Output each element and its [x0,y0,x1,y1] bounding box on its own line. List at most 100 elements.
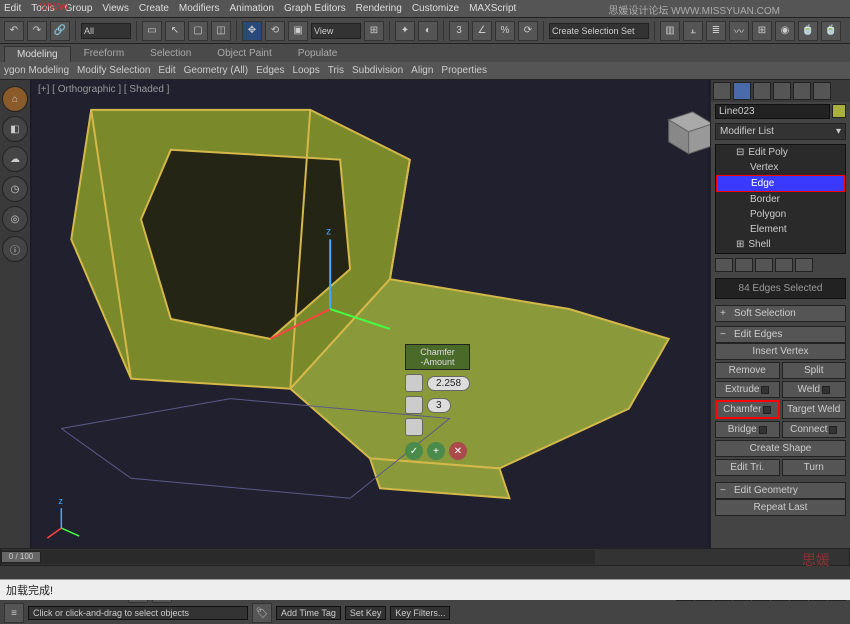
extrude-button[interactable]: Extrude [715,381,780,398]
stack-edge[interactable]: Edge [716,175,845,192]
pin-stack-icon[interactable] [715,258,733,272]
utilities-tab-icon[interactable] [813,82,831,100]
extrude-settings-icon[interactable] [761,386,769,394]
viewport[interactable]: [+] [ Orthographic ] [ Shaded ] [30,80,710,548]
stack-polygon[interactable]: Polygon [716,207,845,222]
make-unique-icon[interactable] [755,258,773,272]
rib-modifysel[interactable]: Modify Selection [77,65,150,76]
window-crossing-icon[interactable]: ◫ [211,21,231,41]
turn-button[interactable]: Turn [782,459,847,476]
align-icon[interactable]: ⫠ [683,21,703,41]
keyfilters-button[interactable]: Key Filters... [390,606,450,620]
tab-populate[interactable]: Populate [285,45,350,62]
script-listener-icon[interactable]: ≡ [4,603,24,623]
object-color-swatch[interactable] [832,104,846,118]
clock-icon[interactable]: ◷ [2,176,28,202]
rib-loops[interactable]: Loops [292,65,319,76]
display-tab-icon[interactable] [793,82,811,100]
menu-edit[interactable]: Edit [4,3,21,14]
rib-edges[interactable]: Edges [256,65,284,76]
menu-group[interactable]: Group [65,3,93,14]
object-name-field[interactable]: Line023 [715,104,830,119]
select-region-icon[interactable]: ▢ [188,21,208,41]
tab-objectpaint[interactable]: Object Paint [204,45,284,62]
keymode-icon[interactable]: ◐ [418,21,438,41]
stack-border[interactable]: Border [716,192,845,207]
cursor-icon[interactable]: ↖ [165,21,185,41]
weld-button[interactable]: Weld [782,381,847,398]
chamfer-open-icon[interactable]: ▢ [405,418,423,436]
menu-animation[interactable]: Animation [229,3,273,14]
show-end-icon[interactable] [735,258,753,272]
camera-icon[interactable]: ◎ [2,206,28,232]
rib-polymodeling[interactable]: ygon Modeling [4,65,69,76]
weld-settings-icon[interactable] [822,386,830,394]
rib-edit[interactable]: Edit [158,65,175,76]
info-icon[interactable]: ⓘ [2,236,28,262]
menu-views[interactable]: Views [102,3,129,14]
stack-editpoly[interactable]: ⊟ Edit Poly [716,145,845,160]
viewport-label[interactable]: [+] [ Orthographic ] [ Shaded ] [38,84,169,95]
scale-icon[interactable]: ▣ [288,21,308,41]
stack-editpoly2[interactable]: ⊞ Edit Poly [716,252,845,254]
connect-button[interactable]: Connect [782,421,847,438]
cloud-icon[interactable]: ☁ [2,146,28,172]
remove-mod-icon[interactable] [775,258,793,272]
tab-freeform[interactable]: Freeform [71,45,138,62]
modify-tab-icon[interactable] [733,82,751,100]
stack-vertex[interactable]: Vertex [716,160,845,175]
select-icon[interactable]: ▭ [142,21,162,41]
chamfer-segments-icon[interactable]: ▤ [405,396,423,414]
motion-tab-icon[interactable] [773,82,791,100]
rollout-editgeom[interactable]: −Edit Geometry [715,482,846,499]
chamfer-settings-icon[interactable] [763,406,771,414]
rib-props[interactable]: Properties [441,65,487,76]
menu-maxscript[interactable]: MAXScript [469,3,516,14]
home-icon[interactable]: ⌂ [2,86,28,112]
menu-modifiers[interactable]: Modifiers [179,3,220,14]
rib-subdiv[interactable]: Subdivision [352,65,403,76]
edit-tri-button[interactable]: Edit Tri. [715,459,780,476]
stack-element[interactable]: Element [716,222,845,237]
modifier-list-dropdown[interactable]: Modifier List▾ [715,123,846,140]
hierarchy-tab-icon[interactable] [753,82,771,100]
modifier-stack[interactable]: ⊟ Edit Poly Vertex Edge Border Polygon E… [715,144,846,254]
cube-icon[interactable]: ◧ [2,116,28,142]
stack-shell[interactable]: ⊞ Shell [716,237,845,252]
configure-sets-icon[interactable] [795,258,813,272]
redo-icon[interactable]: ↷ [27,21,47,41]
create-shape-button[interactable]: Create Shape [715,440,846,457]
link-icon[interactable]: 🔗 [50,21,70,41]
rotate-icon[interactable]: ⟲ [265,21,285,41]
bridge-button[interactable]: Bridge [715,421,780,438]
mat-ed-icon[interactable]: ◉ [775,21,795,41]
layers-icon[interactable]: ≣ [706,21,726,41]
chamfer-amount-spinner[interactable]: 2.258 [427,376,470,391]
chamfer-button[interactable]: Chamfer [715,400,780,419]
selset-combo[interactable] [549,23,649,39]
menu-graph[interactable]: Graph Editors [284,3,346,14]
chamfer-apply-icon[interactable]: + [427,442,445,460]
tab-selection[interactable]: Selection [137,45,204,62]
rollout-softsel[interactable]: +Soft Selection [715,305,846,322]
render-icon[interactable]: 🍵 [821,21,841,41]
rollout-editedges[interactable]: −Edit Edges [715,326,846,343]
menu-customize[interactable]: Customize [412,3,459,14]
refcoord-combo[interactable] [311,23,361,39]
tab-modeling[interactable]: Modeling [4,46,71,62]
insert-vertex-button[interactable]: Insert Vertex [715,343,846,360]
menu-rendering[interactable]: Rendering [356,3,402,14]
chamfer-ok-icon[interactable]: ✓ [405,442,423,460]
schematic-icon[interactable]: ⊞ [752,21,772,41]
filter-combo[interactable] [81,23,131,39]
repeat-last-button[interactable]: Repeat Last [715,499,846,516]
pivot-icon[interactable]: ⊞ [364,21,384,41]
create-tab-icon[interactable] [713,82,731,100]
rib-tris[interactable]: Tris [328,65,344,76]
chamfer-cancel-icon[interactable]: ✕ [449,442,467,460]
manip-icon[interactable]: ✦ [395,21,415,41]
connect-settings-icon[interactable] [829,426,837,434]
move-icon[interactable]: ✥ [242,21,262,41]
snap3-icon[interactable]: 3 [449,21,469,41]
setkey-button[interactable]: Set Key [345,606,387,620]
